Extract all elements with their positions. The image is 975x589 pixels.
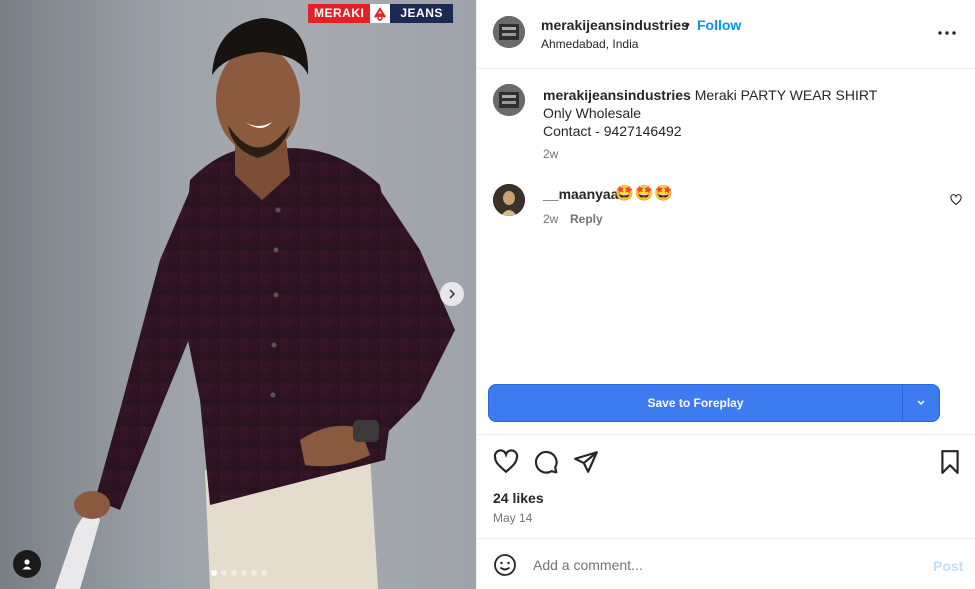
carousel-dot — [251, 570, 257, 576]
comment-timestamp[interactable]: 2w — [543, 212, 558, 226]
post-header: merakijeansindustries • Follow Ahmedabad… — [477, 0, 975, 69]
carousel-indicator — [211, 570, 267, 576]
author-username[interactable]: merakijeansindustries — [541, 17, 689, 33]
emoji-picker-icon[interactable] — [493, 553, 517, 577]
follow-button[interactable]: Follow — [697, 17, 741, 33]
post-location[interactable]: Ahmedabad, India — [541, 37, 638, 51]
carousel-dot — [211, 570, 217, 576]
chevron-down-icon — [917, 400, 925, 406]
post-photo — [55, 18, 455, 589]
tagged-user-button[interactable] — [13, 550, 41, 578]
like-heart-icon[interactable] — [493, 449, 519, 475]
post-details-panel: merakijeansindustries • Follow Ahmedabad… — [476, 0, 975, 589]
user-icon — [22, 559, 32, 570]
carousel-dot — [241, 570, 247, 576]
separator-dot: • — [685, 16, 690, 32]
add-comment-input[interactable] — [533, 554, 913, 576]
comment-like-heart-icon[interactable] — [950, 194, 962, 206]
save-to-foreplay-control: Save to Foreplay — [488, 384, 940, 422]
author-avatar[interactable] — [493, 16, 525, 48]
carousel-dot — [261, 570, 267, 576]
carousel-next-button[interactable] — [440, 282, 464, 306]
comment-bubble-icon[interactable] — [533, 449, 559, 475]
brand-logo: MERAKI JEANS — [308, 3, 453, 24]
caption-text: merakijeansindustries Meraki PARTY WEAR … — [543, 86, 877, 140]
commenter-username[interactable]: __maanyaa — [543, 186, 619, 202]
more-options-icon[interactable] — [937, 24, 957, 42]
commenter-avatar[interactable] — [493, 184, 525, 216]
caption-author-avatar[interactable] — [493, 84, 525, 116]
divider — [477, 434, 975, 435]
save-to-foreplay-button[interactable]: Save to Foreplay — [489, 385, 902, 421]
brand-logo-right: JEANS — [390, 4, 453, 23]
carousel-dot — [221, 570, 227, 576]
brand-logo-mark — [370, 4, 391, 23]
carousel-dot — [231, 570, 237, 576]
reply-button[interactable]: Reply — [570, 212, 603, 226]
save-options-dropdown[interactable] — [902, 385, 939, 421]
bookmark-icon[interactable] — [937, 449, 963, 475]
post-media[interactable]: MERAKI JEANS — [0, 0, 476, 589]
comment-text: 🤩🤩🤩 — [615, 185, 675, 202]
divider — [477, 538, 975, 539]
caption-username[interactable]: merakijeansindustries — [543, 87, 691, 103]
post-date[interactable]: May 14 — [493, 511, 532, 525]
brand-logo-left: MERAKI — [308, 4, 371, 23]
share-paper-plane-icon[interactable] — [573, 449, 599, 475]
chevron-right-icon — [449, 289, 456, 299]
likes-count[interactable]: 24 likes — [493, 490, 544, 506]
caption-timestamp[interactable]: 2w — [543, 147, 558, 161]
post-comment-button[interactable]: Post — [933, 558, 963, 574]
